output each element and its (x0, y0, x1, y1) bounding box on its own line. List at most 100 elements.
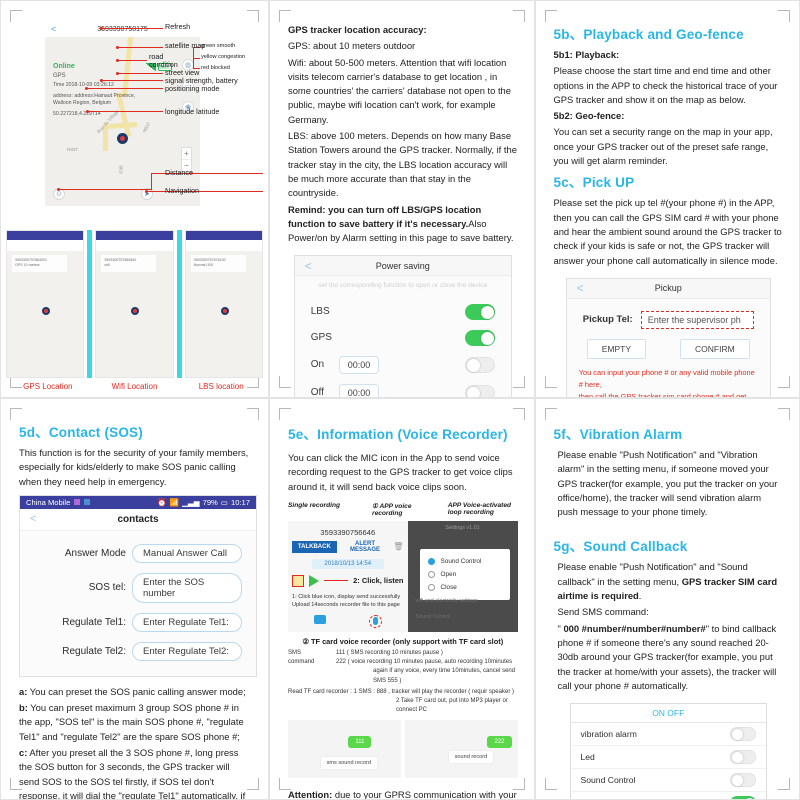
annotation-longitude-latitude: longitude latitude (165, 107, 220, 116)
confirm-button[interactable]: CONFIRM (680, 338, 750, 359)
radio-icon[interactable] (427, 557, 435, 565)
alert-message-button[interactable]: ALERT MESSAGE (343, 541, 388, 553)
toggle-sound-callback[interactable] (730, 796, 756, 799)
back-icon[interactable]: < (30, 513, 36, 525)
row-sound-control: Sound Control (570, 768, 766, 791)
vr-device-id: 3593390756646 (320, 527, 376, 537)
label-single-recording: Single recording (288, 501, 341, 509)
phone-status-bar: China Mobile ⏰ 📶 ▁▃▅ 79% ▭ 10:17 (20, 495, 256, 509)
row-gps: GPS (295, 325, 511, 351)
heading-5d: 5d、Contact (SOS) (19, 425, 143, 440)
row-vibration-alarm: vibration alarm (571, 723, 767, 745)
heading-5b: 5b、Playback and Geo-fence (553, 27, 744, 42)
wifi-icon: 📶 (169, 497, 180, 507)
input-regulate-tel2[interactable]: Enter Regulate Tel2: (132, 641, 242, 661)
sms-screenshot-222: 222 sound record (404, 719, 518, 778)
text-5c: Please set the pick up tel #(your phone … (553, 197, 782, 266)
toggle-vibration-alarm[interactable] (730, 727, 756, 742)
power-saving-header: < Power saving (294, 256, 511, 277)
row-sos-tel: SOS tel: Enter the SOS number (20, 568, 256, 608)
label-sound-control: Sound Control (580, 775, 636, 786)
thumbnail-captions: GPS Location Wifi Location LBS location (6, 378, 263, 391)
divider (176, 230, 182, 378)
cmd-bold: 000 #number#number#number# (563, 622, 706, 634)
label-lbs: LBS (310, 306, 330, 318)
back-icon[interactable]: < (577, 281, 584, 295)
play-icon[interactable] (309, 574, 319, 587)
input-sos-tel[interactable]: Enter the SOS number (132, 572, 242, 603)
sub-5b1: 5b1: Playback: (553, 49, 620, 60)
toggle-gps[interactable] (464, 329, 495, 346)
map-marker-icon (117, 133, 128, 146)
pickup-header: < Pickup (566, 278, 770, 299)
trash-icon[interactable]: 🗑 (393, 542, 403, 551)
zoom-in-button[interactable]: + (182, 148, 191, 159)
back-icon[interactable]: < (305, 259, 312, 273)
thumb-lbs-location[interactable]: 3593390757876100 Normal LBS (184, 230, 263, 378)
accuracy-wifi: Wifi: about 50-500 meters. Attention tha… (288, 56, 511, 125)
pickup-note-1: You can input your phone # or any valid … (578, 367, 755, 389)
sub-5b2: 5b2: Geo-fence: (553, 110, 625, 122)
camera-icon[interactable] (313, 614, 326, 624)
dialog-option-close[interactable]: Close (427, 581, 502, 594)
mic-icon[interactable] (368, 614, 382, 628)
annotation-positioning-mode: positioning mode (165, 84, 220, 93)
settings-screen: Settings v1.01 Sound Control Open Close … (407, 520, 518, 632)
toggle-lbs[interactable] (464, 303, 495, 320)
toggle-on[interactable] (464, 356, 495, 373)
radio-icon[interactable] (427, 570, 435, 578)
tf-value-222-cont: again if any voice, every time 10minutes… (373, 668, 516, 684)
dialog-title-row: Sound Control (427, 555, 502, 568)
toggle-off[interactable] (464, 384, 495, 397)
pickup-tel-input[interactable]: Enter the supervisor ph (640, 310, 754, 329)
heading-5f: 5f、Vibration Alarm (553, 427, 683, 442)
heading-5g: 5g、Sound Callback (553, 539, 688, 555)
label-app-voice-recording: ① APP voice recording (372, 502, 412, 517)
input-answer-mode[interactable]: Manual Answer Call (132, 543, 242, 563)
accuracy-gps: GPS: about 10 meters outdoor (288, 40, 416, 52)
annotation-distance: Distance (165, 168, 193, 177)
label-answer-mode: Answer Mode (64, 547, 126, 559)
text-5d-intro: This function is for the security of you… (19, 447, 249, 487)
thumb-info-card: 3593390757864500 wifi (101, 255, 157, 272)
thumb-wifi-location[interactable]: 3593390757864500 wifi (95, 230, 174, 378)
input-regulate-tel1[interactable]: Enter Regulate Tel1: (132, 612, 242, 632)
input-off-time[interactable]: 00:00 (338, 383, 380, 397)
panel-information-voice-recorder: 5e、Information (Voice Recorder) You can … (269, 398, 535, 800)
back-icon[interactable]: < (51, 24, 56, 34)
contacts-title: contacts (117, 513, 159, 525)
radio-icon[interactable] (427, 583, 435, 591)
dialog-option-open[interactable]: Open (427, 568, 502, 581)
input-on-time[interactable]: 00:00 (338, 355, 380, 374)
pickup-title: Pickup (654, 283, 682, 294)
thumb-gps-location[interactable]: 3593390757864501 GPS 10 meters (6, 230, 85, 378)
panel-tracker-overview: < 3593390750175 Online GPS Time 2018-10-… (0, 0, 269, 398)
talkback-button[interactable]: TALKBACK (292, 540, 337, 553)
label-vibration-alarm: vibration alarm (580, 729, 637, 740)
manual-page: < 3593390750175 Online GPS Time 2018-10-… (0, 0, 800, 800)
power-saving-title: Power saving (375, 260, 430, 271)
toggle-sound-control[interactable] (730, 773, 756, 788)
toggle-led[interactable] (730, 750, 756, 765)
app-icon (74, 499, 81, 506)
row-answer-mode: Answer Mode Manual Answer Call (20, 539, 256, 568)
attention-label: Attention: (288, 788, 333, 800)
send-sms-label: Send SMS command: (557, 606, 649, 618)
map-marker-icon (42, 306, 51, 315)
label-loop-recording: APP Voice-activated loop recording (447, 501, 512, 516)
heading-5e: 5e、Information (Voice Recorder) (288, 427, 508, 442)
pickup-notes: You can input your phone # or any valid … (567, 367, 770, 397)
panel-location-accuracy: GPS tracker location accuracy: GPS: abou… (269, 0, 535, 398)
device-id: 3593390750175 (97, 25, 148, 33)
alarm-icon: ⏰ (157, 497, 167, 507)
vr-timestamp: 2018/10/13 14:54 (311, 558, 384, 569)
pickup-tel-label: Pickup Tel: (582, 314, 633, 326)
app-icon (84, 499, 91, 506)
divider (87, 230, 93, 378)
empty-button[interactable]: EMPTY (586, 338, 647, 359)
annotation-navigation: Navigation (165, 186, 199, 195)
thumb-mode: GPS 10 meters (15, 263, 40, 268)
accuracy-title: GPS tracker location accuracy: (288, 24, 427, 35)
online-status: Online (53, 63, 75, 70)
label-off: Off (310, 387, 324, 398)
